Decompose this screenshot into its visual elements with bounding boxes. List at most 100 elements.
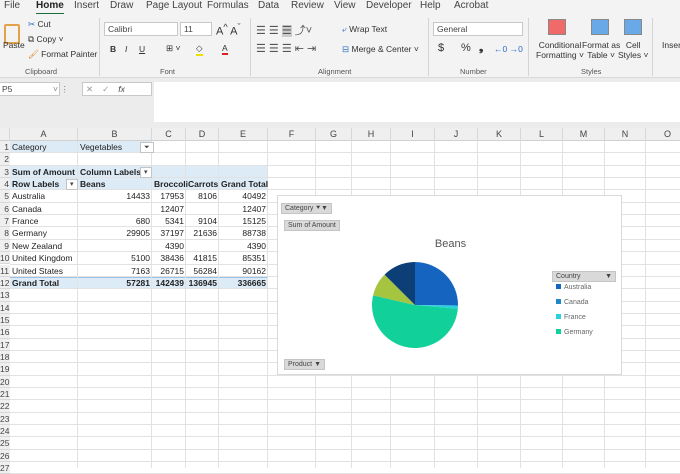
- row-header-7[interactable]: 7: [0, 215, 10, 228]
- row-header-26[interactable]: 26: [0, 449, 10, 463]
- pivot-value: 40492: [242, 191, 266, 202]
- row-header-2[interactable]: 2: [0, 153, 10, 166]
- row-header-15[interactable]: 15: [0, 313, 10, 327]
- pivot-row-label: Germany: [12, 228, 47, 239]
- row-header-17[interactable]: 17: [0, 338, 10, 351]
- pivot-row-label: New Zealand: [12, 240, 63, 251]
- dropdown-icon: ▼: [605, 273, 612, 280]
- pivot-filter-label: Category: [12, 142, 47, 152]
- pivot-value: 5100: [131, 253, 150, 264]
- row-header-11[interactable]: 11: [0, 264, 10, 277]
- pivot-value: 56284: [193, 265, 217, 276]
- pivot-value: 14433: [126, 191, 150, 202]
- pivot-value: 9104: [198, 216, 217, 227]
- row-header-27[interactable]: 27: [0, 462, 10, 474]
- sum-of-amount-button[interactable]: Sum of Amount: [284, 220, 340, 231]
- pivot-row-label: Canada: [12, 203, 42, 214]
- row-header-14[interactable]: 14: [0, 301, 10, 314]
- column-labels-dropdown[interactable]: ▾: [140, 166, 152, 178]
- legend-item-australia[interactable]: Australia: [556, 284, 591, 291]
- gridline: [10, 387, 680, 388]
- pivot-value: 4390: [247, 240, 266, 251]
- legend-label: Germany: [564, 329, 593, 336]
- row-header-24[interactable]: 24: [0, 425, 10, 438]
- row-header-5[interactable]: 5: [0, 190, 10, 203]
- row-header-3[interactable]: 3: [0, 165, 10, 179]
- chart-title: Beans: [434, 238, 467, 250]
- pivot-column-header: Carrots: [188, 179, 219, 190]
- filter-dropdown-button[interactable]: ⏷: [140, 142, 154, 153]
- row-header-10[interactable]: 10: [0, 252, 10, 265]
- column-header-beans: Beans: [80, 179, 106, 190]
- pivot-value: 15125: [242, 216, 266, 227]
- row-header-4[interactable]: 4: [0, 178, 10, 191]
- pivot-value: 41815: [193, 253, 217, 264]
- legend-item-canada[interactable]: Canada: [556, 299, 589, 306]
- pivot-row-label: France: [12, 216, 39, 227]
- row-header-21[interactable]: 21: [0, 388, 10, 401]
- pivot-column-header: Broccoli: [154, 179, 189, 190]
- pivot-value: 8106: [198, 191, 217, 202]
- row-header-18[interactable]: 18: [0, 350, 10, 364]
- pivot-value: 12407: [242, 203, 266, 214]
- row-header-19[interactable]: 19: [0, 363, 10, 376]
- pivot-value: 90162: [242, 265, 266, 276]
- pivot-value: 680: [135, 216, 150, 227]
- row-header-12[interactable]: 12: [0, 276, 10, 290]
- grand-total-label: Grand Total: [12, 277, 60, 288]
- product-field-button[interactable]: Product ▼: [284, 359, 325, 370]
- pivot-value: 12407: [160, 203, 184, 214]
- pivot-sum-label: Sum of Amount: [12, 166, 75, 177]
- row-header-9[interactable]: 9: [0, 239, 10, 253]
- legend-label: Australia: [564, 284, 592, 291]
- pivot-value: 7163: [131, 265, 150, 276]
- legend-item-france[interactable]: France: [556, 314, 586, 321]
- pie-slice-australia[interactable]: [415, 262, 458, 306]
- grand-total-value: 57281: [126, 277, 150, 288]
- gridline: [10, 424, 680, 426]
- pivot-row-label: United Kingdom: [12, 253, 73, 264]
- legend-swatch: [556, 314, 561, 319]
- legend-item-germany[interactable]: Germany: [556, 329, 593, 336]
- pivot-value: 38436: [160, 253, 184, 264]
- row-header-13[interactable]: 13: [0, 289, 10, 302]
- pivot-value: 88738: [242, 228, 266, 239]
- pivot-row-label: Australia: [12, 191, 46, 202]
- filter-icon: ⯆▼: [315, 205, 328, 212]
- row-header-6[interactable]: 6: [0, 202, 10, 216]
- grand-total-value: 136945: [188, 277, 217, 288]
- gridline: [645, 141, 646, 468]
- pivot-value: 17953: [160, 191, 184, 202]
- pie-plot: [372, 262, 458, 348]
- legend-swatch: [556, 284, 561, 289]
- pivot-chart[interactable]: Category ⯆▼ Sum of Amount Beans Country ▼…: [277, 195, 622, 375]
- gridline: [10, 448, 680, 450]
- row-header-22[interactable]: 22: [0, 400, 10, 413]
- pivot-value: 5341: [165, 216, 184, 227]
- row-labels-dropdown[interactable]: ▾: [66, 179, 78, 191]
- row-header-16[interactable]: 16: [0, 326, 10, 339]
- gridline: [10, 461, 680, 463]
- pivot-value: 85351: [242, 253, 266, 264]
- pivot-column-header: Grand Total: [221, 179, 269, 190]
- row-header-25[interactable]: 25: [0, 437, 10, 450]
- legend-label: France: [564, 314, 586, 321]
- pivot-value: 21636: [193, 228, 217, 239]
- grand-total-value: 142439: [155, 277, 184, 288]
- pivot-value: 26715: [160, 265, 184, 276]
- row-header-8[interactable]: 8: [0, 227, 10, 240]
- row-header-1[interactable]: 1: [0, 141, 10, 154]
- country-legend-button[interactable]: Country ▼: [552, 271, 616, 282]
- pivot-value: 37197: [160, 228, 184, 239]
- legend-swatch: [556, 299, 561, 304]
- legend-swatch: [556, 329, 561, 334]
- category-filter-button[interactable]: Category ⯆▼: [281, 203, 332, 214]
- row-header-20[interactable]: 20: [0, 375, 10, 388]
- pivot-value: 29905: [126, 228, 150, 239]
- grand-total-value: 336665: [237, 277, 266, 288]
- legend-label: Canada: [564, 299, 589, 306]
- row-header-23[interactable]: 23: [0, 412, 10, 426]
- gridline: [10, 436, 680, 438]
- gridline: [10, 399, 680, 401]
- pivot-row-label: United States: [12, 265, 64, 276]
